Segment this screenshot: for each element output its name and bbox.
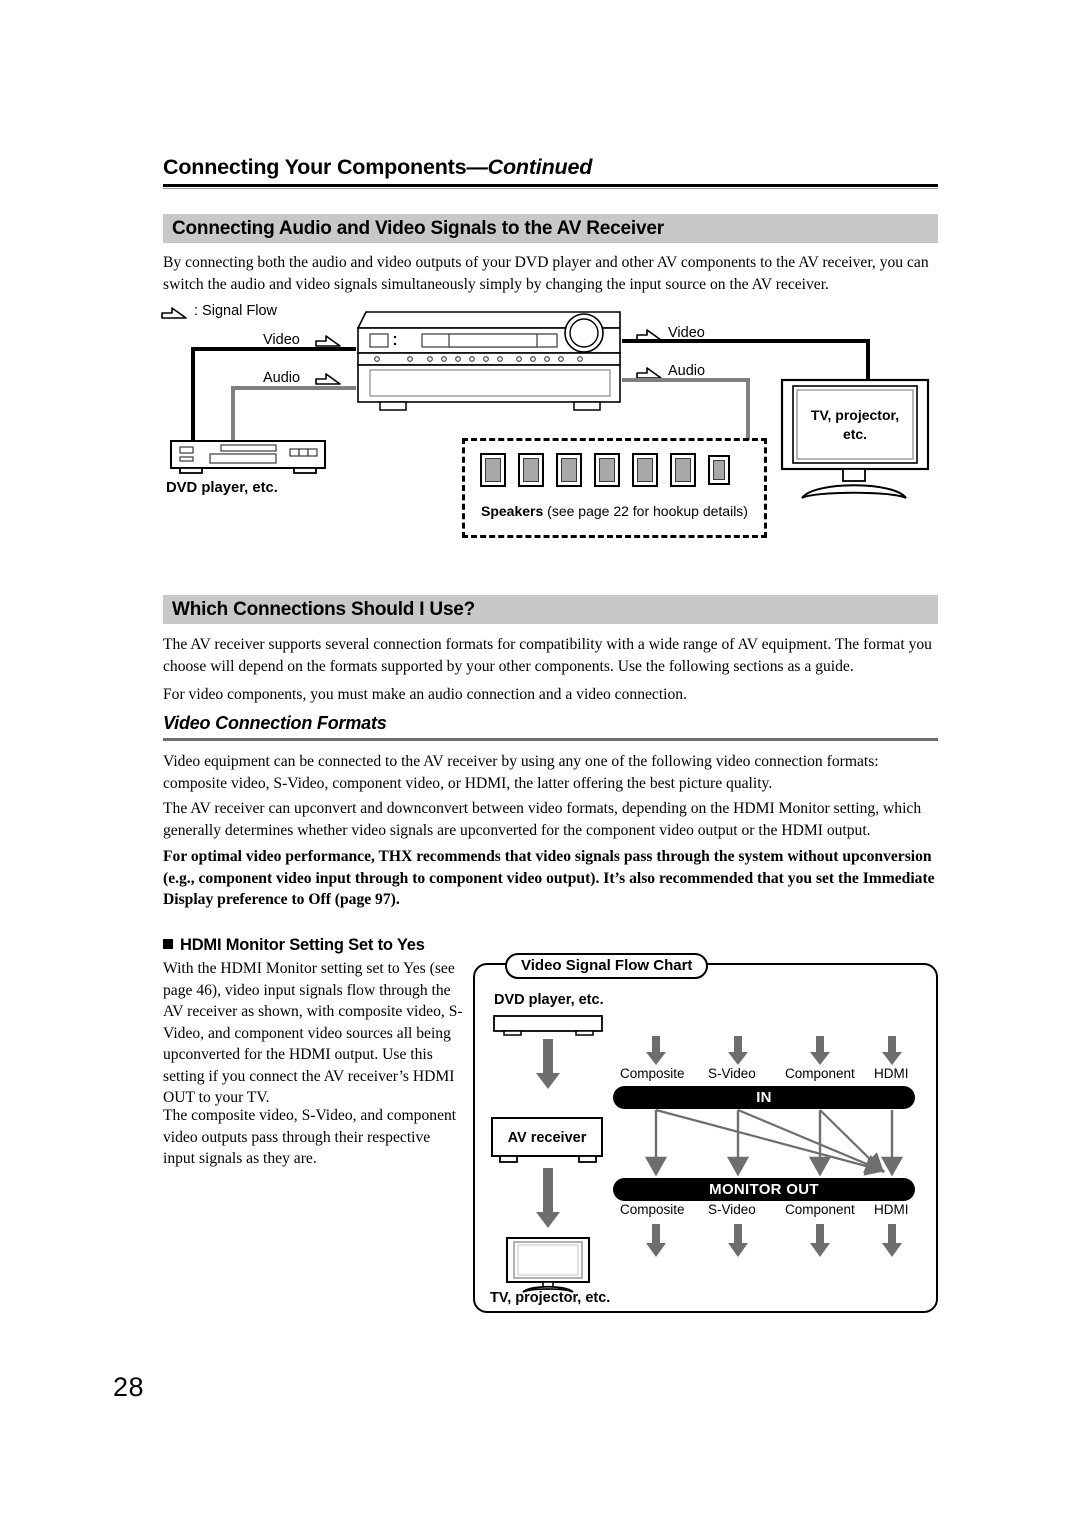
av-receiver-illustration [356,311,621,411]
output-label-component: Component [785,1202,855,1217]
speaker-1 [480,453,506,487]
flow-chart-source-label: DVD player, etc. [494,992,604,1008]
label-left-audio: Audio [263,370,301,386]
section2-paragraph-2: For video components, you must make an a… [163,686,687,703]
hdmi-monitor-heading: HDMI Monitor Setting Set to Yes [163,936,425,955]
page-number: 28 [113,1372,145,1402]
flow-chart-title: Video Signal Flow Chart [505,953,709,979]
hdmi-paragraph-2: The composite video, S-Video, and compon… [163,1107,457,1167]
speakers-caption: Speakers (see page 22 for hookup details… [462,503,767,519]
tv-caption-line1: TV, projector, [810,407,900,423]
subsection-paragraph-2: The AV receiver can upconvert and downco… [163,800,922,839]
wire-video-left-horizontal [191,347,356,351]
input-arrow-component [810,1036,830,1065]
tv-caption-line2: etc. [842,426,868,442]
hdmi-paragraph-1: With the HDMI Monitor setting set to Yes… [163,960,463,1106]
speakers-caption-bold: Speakers [481,503,544,519]
signal-routing-arrows [644,1108,904,1177]
tv-caption: TV, projector, etc. [780,406,930,444]
document-page: Connecting Your Components—Continued Con… [0,0,1080,1528]
signal-flow-icon-left-audio [315,373,341,385]
flow-chart-av-receiver-box: AV receiver [491,1117,603,1157]
wire-video-right-horizontal [622,339,870,343]
speaker-3 [556,453,582,487]
wire-audio-right-vertical [746,378,750,440]
hdmi-monitor-heading-label: HDMI Monitor Setting Set to Yes [180,936,425,954]
flow-chart-av-receiver-feet [499,1155,597,1163]
square-bullet-icon [163,939,173,949]
output-arrow-svideo [728,1224,748,1257]
speaker-2 [518,453,544,487]
section-heading-connecting-audio-video: Connecting Audio and Video Signals to th… [163,214,938,243]
output-arrow-composite [646,1224,666,1257]
signal-flow-icon-left-video [315,335,341,347]
dvd-player-caption: DVD player, etc. [166,480,278,496]
wire-audio-right-horizontal [622,378,750,382]
input-label-svideo: S-Video [708,1066,756,1081]
running-head-continued: —Continued [466,155,593,179]
subsection-heading-video-connection-formats: Video Connection Formats [163,713,387,733]
output-arrow-component [810,1224,830,1257]
output-label-svideo: S-Video [708,1202,756,1217]
running-head-title: Connecting Your Components [163,155,467,179]
signal-flow-legend-icon [161,307,187,319]
speaker-5 [632,453,658,487]
monitor-out-bar: MONITOR OUT [613,1178,915,1201]
wire-audio-left-vertical [231,386,235,441]
output-arrow-hdmi [882,1224,902,1257]
speaker-6 [670,453,696,487]
speaker-4 [594,453,620,487]
input-label-component: Component [785,1066,855,1081]
subsection-paragraph-3-bold: For optimal video performance, THX recom… [163,848,935,908]
speaker-7 [708,455,730,485]
in-bar: IN [613,1086,915,1109]
section-heading-which-connections: Which Connections Should I Use? [163,595,938,624]
input-arrow-hdmi [882,1036,902,1065]
hookup-diagram: : Signal Flow Video Audio Video Audio DV… [160,298,940,548]
label-left-video: Video [263,332,300,348]
output-label-hdmi: HDMI [874,1202,909,1217]
dvd-player-illustration [170,440,326,474]
subsection-rule [163,738,938,741]
legend-label: : Signal Flow [194,303,278,319]
input-label-hdmi: HDMI [874,1066,909,1081]
running-head: Connecting Your Components—Continued [163,155,938,180]
wire-video-left-vertical [191,347,195,441]
flow-chart-sink-label: TV, projector, etc. [490,1290,611,1306]
flow-arrow-receiver-to-tv [536,1168,560,1228]
running-head-rule [163,184,938,189]
section1-paragraph: By connecting both the audio and video o… [163,254,929,293]
speakers-caption-rest: (see page 22 for hookup details) [543,503,748,519]
output-label-composite: Composite [620,1202,685,1217]
section2-paragraph-1: The AV receiver supports several connect… [163,636,932,675]
flow-arrow-dvd-to-receiver [536,1039,560,1089]
flow-chart-dvd-player-icon [493,1015,603,1036]
wire-audio-left-horizontal [231,386,356,390]
subsection-paragraph-1: Video equipment can be connected to the … [163,753,879,792]
input-arrow-svideo [728,1036,748,1065]
flow-chart-tv-icon [506,1237,590,1293]
label-right-audio: Audio [668,363,706,379]
input-label-composite: Composite [620,1066,685,1081]
input-arrow-composite [646,1036,666,1065]
